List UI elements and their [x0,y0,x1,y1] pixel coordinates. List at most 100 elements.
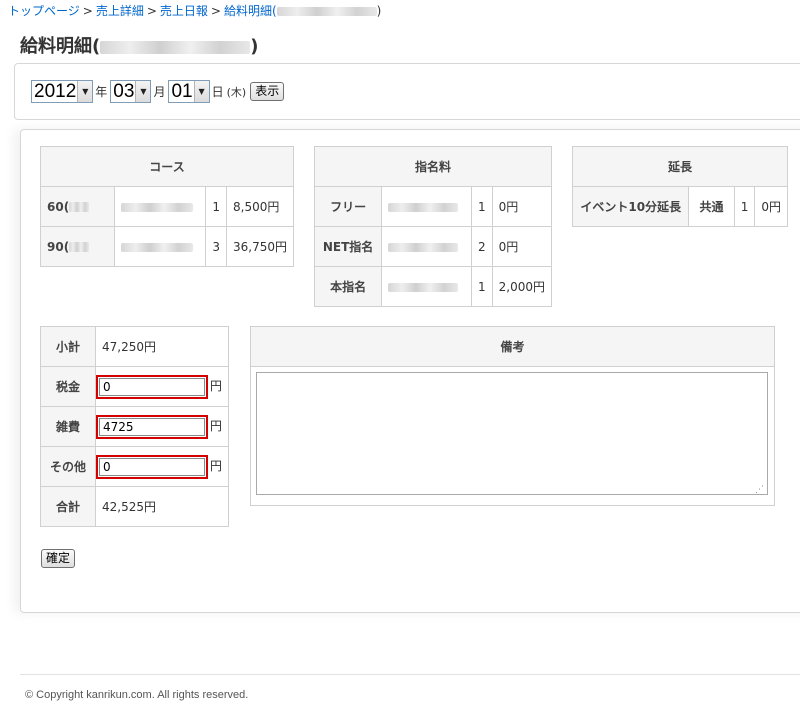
course-amount: 36,750円 [226,226,294,267]
nomination-qty: 2 [470,226,493,267]
breadcrumb-sales-detail-link[interactable]: 売上詳細 [96,4,144,18]
nomination-qty: 1 [470,266,493,307]
breadcrumb-separator: > [210,4,221,18]
year-select[interactable]: 2012 ▼ [31,80,94,103]
redacted-text [120,242,193,252]
other-input[interactable] [98,457,205,476]
table-row: 90( 3 36,750円 [40,226,294,267]
misc-cell: 円 [94,406,230,447]
table-row: 小計 47,250円 [40,326,230,367]
breadcrumb-separator: > [146,4,157,18]
page-title: 給料明細() [20,32,258,58]
day-of-week: (木) [226,85,247,99]
nomination-detail [381,186,472,227]
breadcrumb-daily-report-link[interactable]: 売上日報 [160,4,208,18]
extension-table-header: 延長 [572,146,788,187]
date-panel: 2012 ▼ 年 03 ▼ 月 01 ▼ 日 (木) 表示 [14,63,800,120]
yen-unit: 円 [209,379,222,393]
date-selector: 2012 ▼ 年 03 ▼ 月 01 ▼ 日 (木) 表示 [31,80,285,103]
table-row: 税金 円 [40,366,230,407]
course-detail [113,186,207,227]
footer-divider [20,674,800,675]
day-value: 01 [171,81,193,102]
table-row: 60( 1 8,500円 [40,186,294,227]
nomination-label: フリー [313,186,383,227]
nomination-amount: 0円 [491,186,553,227]
year-unit: 年 [95,85,108,99]
table-row: 合計 42,525円 [40,486,230,527]
month-value: 03 [113,81,135,102]
course-name-text: 60( [47,199,70,214]
remarks-textarea[interactable] [256,372,768,495]
other-cell: 円 [94,446,230,487]
course-table: コース 60( 1 8,500円 90( 3 36,750円 [40,146,294,267]
extension-table: 延長 イベント10分延長 共通 1 0円 [571,146,788,227]
remarks-body: ⋰ [251,367,774,505]
course-table-header: コース [40,146,294,187]
table-row: イベント10分延長 共通 1 0円 [571,186,788,227]
tax-cell: 円 [94,366,230,407]
misc-label: 雑費 [40,406,96,447]
main-panel: コース 60( 1 8,500円 90( 3 36,750円 指名料 フリー 1… [20,129,800,613]
course-name: 60( [40,186,115,227]
course-qty: 3 [205,226,227,267]
breadcrumb-separator: > [82,4,93,18]
other-highlight [95,454,208,479]
nomination-table-header: 指名料 [314,146,552,187]
table-row: フリー 1 0円 [313,186,553,227]
show-button[interactable]: 表示 [250,82,285,101]
remarks-box: 備考 ⋰ [250,326,775,506]
extension-amount: 0円 [754,186,788,227]
nomination-label: 本指名 [313,266,383,307]
subtotal-value: 47,250円 [94,326,230,367]
breadcrumb-tail: ) [376,4,382,18]
nomination-detail [381,226,472,267]
nomination-amount: 2,000円 [491,266,553,307]
course-name-text: 90( [47,239,70,254]
summary-table: 小計 47,250円 税金 円 雑費 円 その他 円 合計 42,525円 [40,326,230,527]
extension-qty: 1 [733,186,756,227]
chevron-down-icon: ▼ [77,81,93,102]
tax-input[interactable] [98,377,205,396]
table-row: その他 円 [40,446,230,487]
nomination-amount: 0円 [491,226,553,267]
confirm-button[interactable]: 確定 [41,549,76,568]
breadcrumb-top-link[interactable]: トップページ [8,4,80,18]
nomination-table: 指名料 フリー 1 0円 NET指名 2 0円 本指名 1 2,000円 [313,146,553,307]
other-label: その他 [40,446,96,487]
redacted-name [100,40,251,54]
course-name: 90( [40,226,115,267]
breadcrumb-payslip-label: 給料明細( [223,4,277,18]
nomination-qty: 1 [470,186,493,227]
redacted-text [69,202,90,212]
table-row: 雑費 円 [40,406,230,447]
redacted-text [120,202,193,212]
misc-expense-input[interactable] [98,417,205,436]
month-unit: 月 [153,85,166,99]
redacted-text [69,242,90,252]
breadcrumb: トップページ > 売上詳細 > 売上日報 > 給料明細() [8,2,381,19]
copyright: © Copyright kanrikun.com. All rights res… [25,689,249,701]
page-title-suffix: ) [250,36,259,57]
total-label: 合計 [40,486,96,527]
page-title-prefix: 給料明細( [20,36,101,57]
extension-type: 共通 [688,186,735,227]
resize-grip-icon[interactable]: ⋰ [755,485,764,495]
table-row: 本指名 1 2,000円 [313,266,553,307]
chevron-down-icon: ▼ [135,81,151,102]
redacted-text [388,282,459,292]
course-amount: 8,500円 [226,186,294,227]
breadcrumb-payslip-link[interactable]: 給料明細( [224,4,377,18]
redacted-name [276,7,377,16]
tax-label: 税金 [40,366,96,407]
day-select[interactable]: 01 ▼ [168,80,210,103]
redacted-text [388,242,459,252]
yen-unit: 円 [209,459,222,473]
chevron-down-icon: ▼ [193,81,209,102]
nomination-label: NET指名 [313,226,383,267]
extension-label: イベント10分延長 [571,186,690,227]
month-select[interactable]: 03 ▼ [110,80,152,103]
subtotal-label: 小計 [40,326,96,367]
total-value: 42,525円 [94,486,230,527]
redacted-text [388,202,459,212]
